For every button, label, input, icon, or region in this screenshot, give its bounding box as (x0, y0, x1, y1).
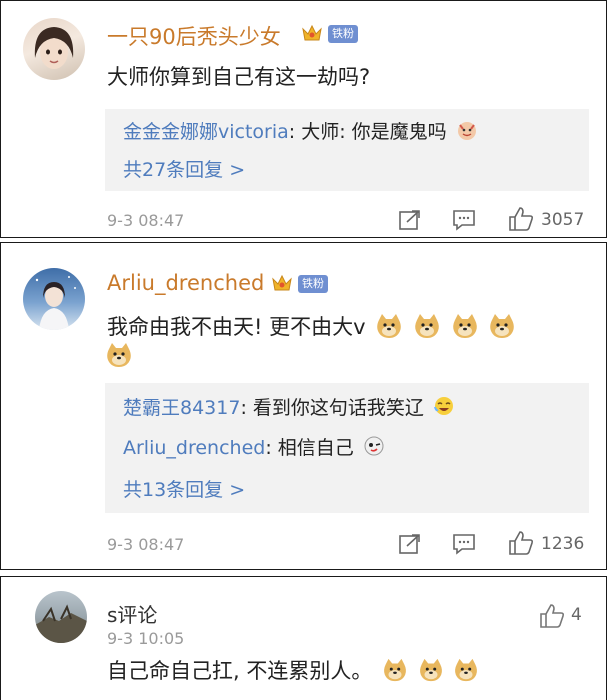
devil-emoji (456, 119, 478, 146)
fans-badge: 铁粉 (298, 275, 328, 293)
comment-emoji-line (105, 341, 133, 374)
reply-line[interactable]: Arliu_drenched: 相信自己 (123, 433, 385, 462)
comment-text-content: 自己命自己扛, 不连累别人。 (107, 659, 373, 683)
user-avatar[interactable] (23, 268, 85, 330)
doge-emoji (105, 341, 133, 374)
wink-emoji (363, 435, 385, 462)
username[interactable]: s评论 (107, 599, 157, 628)
more-replies-link[interactable]: 共13条回复 > (123, 475, 245, 502)
reply-text: : 大师: 你是魔鬼吗 (288, 121, 447, 143)
comment-card-3: s评论 9-3 10:05 自己命自己扛, 不连累别人。 4 (0, 576, 607, 700)
reply-text: : 看到你这句话我笑辽 (240, 397, 424, 419)
doge-emoji (418, 657, 444, 688)
comment-text-content: 我命由我不由天! 更不由大v (107, 315, 366, 339)
crown-icon (301, 23, 323, 43)
fans-badge: 铁粉 (328, 25, 358, 43)
comment-icon[interactable] (451, 208, 477, 232)
comment-text: 大师你算到自己有这一劫吗? (107, 65, 371, 89)
reply-box[interactable]: 金金金娜娜victoria: 大师: 你是魔鬼吗 共27条回复 > (105, 109, 589, 191)
more-replies-link[interactable]: 共27条回复 > (123, 155, 245, 182)
username[interactable]: Arliu_drenched (107, 271, 264, 295)
like-count: 1236 (541, 534, 585, 554)
doge-emoji (413, 312, 441, 345)
doge-emoji (451, 312, 479, 345)
crown-icon (271, 273, 293, 293)
reply-author[interactable]: Arliu_drenched (123, 437, 265, 459)
reply-author[interactable]: 楚霸王84317 (123, 397, 240, 419)
reply-text: : 相信自己 (265, 437, 354, 459)
reply-line[interactable]: 金金金娜娜victoria: 大师: 你是魔鬼吗 (123, 117, 478, 146)
comment-icon[interactable] (451, 532, 477, 556)
comment-card-1: 一只90后秃头少女 铁粉 大师你算到自己有这一劫吗? 金金金娜娜victoria… (0, 0, 607, 238)
share-icon[interactable] (397, 208, 423, 232)
reply-line[interactable]: 楚霸王84317: 看到你这句话我笑辽 (123, 393, 455, 422)
reply-author[interactable]: 金金金娜娜victoria (123, 121, 289, 143)
like-count: 3057 (541, 210, 585, 230)
user-avatar[interactable] (35, 591, 87, 643)
comment-card-2: Arliu_drenched 铁粉 我命由我不由天! 更不由大v 楚霸王8431… (0, 242, 607, 570)
username[interactable]: 一只90后秃头少女 (107, 21, 281, 51)
comment-time: 9-3 08:47 (107, 211, 185, 230)
doge-emoji (375, 312, 403, 345)
like-icon[interactable] (508, 206, 534, 231)
reply-box[interactable]: 楚霸王84317: 看到你这句话我笑辽 Arliu_drenched: 相信自己… (105, 383, 589, 513)
comment-time: 9-3 10:05 (107, 629, 185, 648)
doge-emoji (382, 657, 408, 688)
share-icon[interactable] (397, 532, 423, 556)
comment-text: 自己命自己扛, 不连累别人。 (107, 655, 479, 688)
like-icon[interactable] (539, 603, 565, 628)
laugh-emoji (433, 395, 455, 422)
doge-emoji (453, 657, 479, 688)
like-count: 4 (571, 605, 582, 625)
like-icon[interactable] (508, 530, 534, 555)
user-avatar[interactable] (23, 18, 85, 80)
comment-time: 9-3 08:47 (107, 535, 185, 554)
doge-emoji (488, 312, 516, 345)
comment-text: 我命由我不由天! 更不由大v (107, 311, 516, 345)
